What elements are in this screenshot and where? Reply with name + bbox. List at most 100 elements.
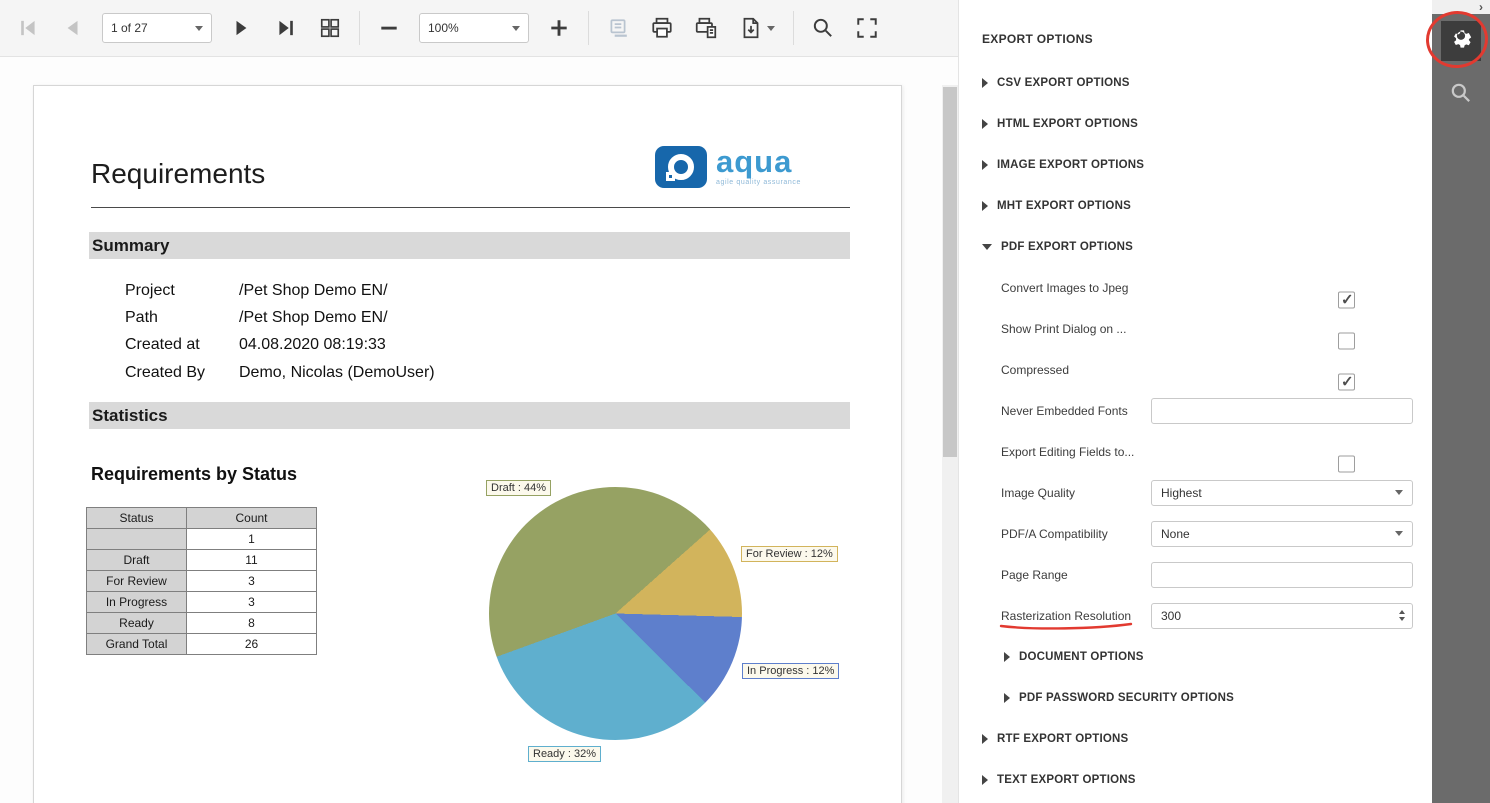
- document-scrollbar[interactable]: [942, 85, 958, 803]
- fullscreen-icon: [855, 16, 879, 40]
- field-label: Path: [125, 309, 235, 327]
- pie-label-in-progress: In Progress : 12%: [742, 663, 839, 679]
- prop-label: Image Quality: [1001, 486, 1146, 500]
- rail-top-strip: ›: [1432, 0, 1490, 14]
- prop-label: Rasterization Resolution: [1001, 609, 1146, 623]
- printer-icon: [650, 16, 674, 40]
- table-row: Grand Total 26: [87, 634, 317, 655]
- cell-status: Ready: [87, 613, 187, 634]
- section-label: IMAGE EXPORT OPTIONS: [997, 159, 1144, 171]
- next-page-icon: [231, 17, 253, 39]
- dropdown-value: None: [1161, 527, 1190, 541]
- pie-chart: [489, 487, 742, 740]
- export-settings-button[interactable]: [1441, 21, 1481, 61]
- column-header-status: Status: [87, 508, 187, 529]
- prop-label: Export Editing Fields to...: [1001, 445, 1146, 459]
- section-mht-export-options[interactable]: MHT EXPORT OPTIONS: [959, 185, 1432, 226]
- first-page-button[interactable]: [6, 7, 50, 49]
- search-button[interactable]: [801, 7, 845, 49]
- zoom-selector-value: 100%: [428, 21, 459, 35]
- previous-page-button[interactable]: [50, 7, 94, 49]
- prop-show-print-dialog: Show Print Dialog on ...: [959, 308, 1432, 349]
- export-editing-fields-checkbox[interactable]: [1338, 455, 1355, 472]
- highlight-editing-fields-button[interactable]: [596, 7, 640, 49]
- section-csv-export-options[interactable]: CSV EXPORT OPTIONS: [959, 62, 1432, 103]
- report-viewer-app: 1 of 27: [0, 0, 1490, 803]
- search-icon: [1449, 92, 1473, 109]
- convert-images-to-jpeg-checkbox[interactable]: [1338, 291, 1355, 308]
- zoom-in-button[interactable]: [537, 7, 581, 49]
- cell-count: 3: [187, 592, 317, 613]
- plus-icon: [548, 17, 570, 39]
- field-value: /Pet Shop Demo EN/: [239, 282, 739, 300]
- page-range-input[interactable]: [1151, 562, 1413, 588]
- section-pdf-export-options[interactable]: PDF EXPORT OPTIONS: [959, 226, 1432, 267]
- field-value: Demo, Nicolas (DemoUser): [239, 364, 739, 382]
- chevron-down-icon: [767, 26, 775, 31]
- export-document-button[interactable]: [728, 7, 786, 49]
- subsection-document-options[interactable]: DOCUMENT OPTIONS: [959, 636, 1432, 677]
- chevron-right-icon: [982, 119, 988, 129]
- prop-label: PDF/A Compatibility: [1001, 527, 1146, 541]
- aqua-logo-mark-icon: [655, 146, 707, 188]
- zoom-out-button[interactable]: [367, 7, 411, 49]
- field-label: Created By: [125, 364, 235, 382]
- chevron-right-icon: [982, 775, 988, 785]
- spinner-value: 300: [1161, 609, 1181, 623]
- section-text-export-options[interactable]: TEXT EXPORT OPTIONS: [959, 759, 1432, 800]
- report-title: Requirements: [91, 158, 265, 190]
- section-html-export-options[interactable]: HTML EXPORT OPTIONS: [959, 103, 1432, 144]
- last-page-icon: [275, 17, 297, 39]
- section-label: PDF EXPORT OPTIONS: [1001, 241, 1133, 253]
- chevron-right-icon: [982, 160, 988, 170]
- prop-label: Show Print Dialog on ...: [1001, 322, 1146, 336]
- compressed-checkbox[interactable]: [1338, 373, 1355, 390]
- rail-body: [1432, 14, 1490, 803]
- document-viewport: Requirements aqua agile quality assuranc…: [0, 57, 958, 803]
- page-selector[interactable]: 1 of 27: [102, 13, 212, 43]
- next-page-button[interactable]: [220, 7, 264, 49]
- field-label: Project: [125, 282, 235, 300]
- prop-export-editing-fields: Export Editing Fields to...: [959, 431, 1432, 472]
- show-print-dialog-checkbox[interactable]: [1338, 332, 1355, 349]
- section-label: CSV EXPORT OPTIONS: [997, 77, 1130, 89]
- fullscreen-button[interactable]: [845, 7, 889, 49]
- aqua-logo: aqua agile quality assurance: [655, 146, 801, 188]
- never-embedded-fonts-input[interactable]: [1151, 398, 1413, 424]
- chevron-down-icon: [1395, 490, 1403, 495]
- subsection-label: DOCUMENT OPTIONS: [1019, 651, 1144, 663]
- table-row: In Progress 3: [87, 592, 317, 613]
- subsection-pdf-password-security[interactable]: PDF PASSWORD SECURITY OPTIONS: [959, 677, 1432, 718]
- chevron-down-icon: [512, 26, 520, 31]
- cell-count: 26: [187, 634, 317, 655]
- collapse-panel-chevron[interactable]: ›: [1479, 2, 1483, 12]
- rail-search-button[interactable]: [1449, 81, 1473, 110]
- report-page: Requirements aqua agile quality assuranc…: [33, 85, 902, 803]
- cell-status: [87, 529, 187, 550]
- print-page-button[interactable]: [684, 7, 728, 49]
- print-button[interactable]: [640, 7, 684, 49]
- editing-fields-icon: [607, 17, 629, 39]
- page-selector-value: 1 of 27: [111, 21, 148, 35]
- chevron-right-icon: [982, 734, 988, 744]
- section-image-export-options[interactable]: IMAGE EXPORT OPTIONS: [959, 144, 1432, 185]
- chevron-right-icon: [1004, 652, 1010, 662]
- spinner-up-icon[interactable]: [1399, 610, 1405, 614]
- pie-label-draft: Draft : 44%: [486, 480, 551, 496]
- zoom-selector[interactable]: 100%: [419, 13, 529, 43]
- chart-heading: Requirements by Status: [91, 464, 297, 485]
- chevron-right-icon: [982, 201, 988, 211]
- image-quality-dropdown[interactable]: Highest: [1151, 480, 1413, 506]
- cell-count: 11: [187, 550, 317, 571]
- toolbar-separator: [793, 11, 794, 45]
- last-page-button[interactable]: [264, 7, 308, 49]
- multipage-view-button[interactable]: [308, 7, 352, 49]
- spinner-down-icon[interactable]: [1399, 617, 1405, 621]
- scrollbar-thumb[interactable]: [943, 87, 957, 457]
- section-rtf-export-options[interactable]: RTF EXPORT OPTIONS: [959, 718, 1432, 759]
- pdfa-compatibility-dropdown[interactable]: None: [1151, 521, 1413, 547]
- printer-page-icon: [694, 16, 718, 40]
- rasterization-resolution-spinner[interactable]: 300: [1151, 603, 1413, 629]
- minus-icon: [378, 17, 400, 39]
- cell-count: 8: [187, 613, 317, 634]
